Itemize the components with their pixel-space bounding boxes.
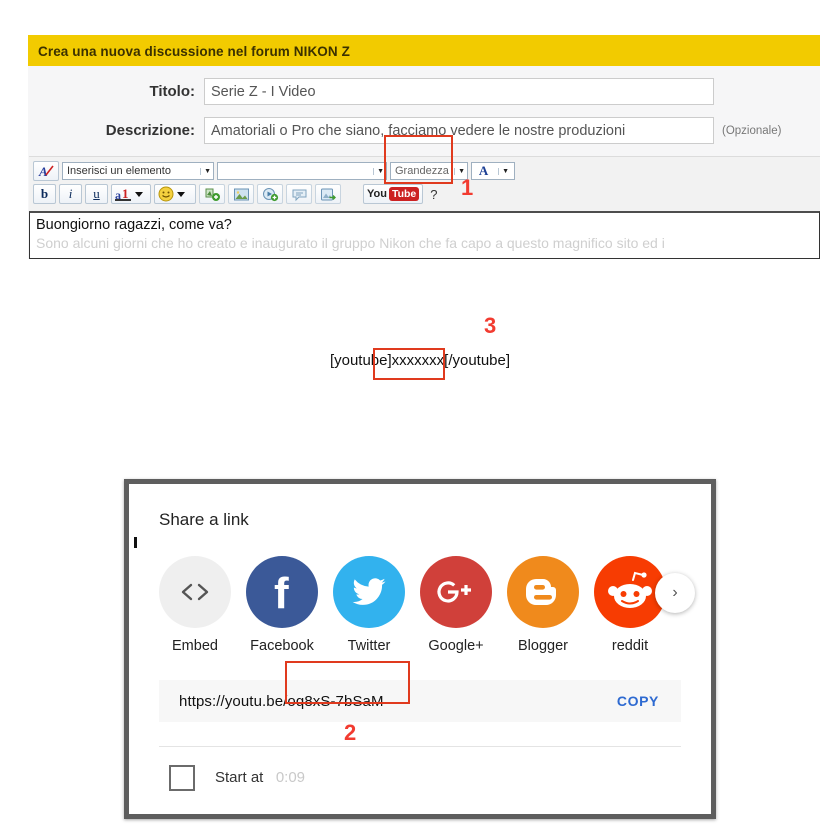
youtube-you-label: You <box>367 188 387 200</box>
share-target-label: Google+ <box>428 638 484 654</box>
share-target-embed[interactable]: Embed <box>159 556 231 654</box>
share-targets-next-icon[interactable]: › <box>655 573 695 613</box>
share-target-reddit[interactable]: reddit <box>594 556 666 654</box>
insert-image-icon <box>233 188 249 200</box>
share-target-label: Blogger <box>518 638 568 654</box>
bold-label: b <box>40 186 49 201</box>
insert-quote-button[interactable] <box>286 184 312 204</box>
highlight-box-video-id-placeholder <box>373 348 445 380</box>
share-target-label: Twitter <box>347 638 391 654</box>
share-target-label: Embed <box>172 638 218 654</box>
highlight-box-youtube-button <box>384 135 453 184</box>
google-plus-icon <box>420 556 492 628</box>
description-input[interactable]: Amatoriali o Pro che siano, facciamo ved… <box>204 117 714 144</box>
share-target-twitter[interactable]: Twitter <box>333 556 405 654</box>
forum-new-thread-page: Crea una nuova discussione nel forum NIK… <box>28 35 820 259</box>
chevron-down-icon <box>135 191 143 197</box>
description-optional-note: (Opzionale) <box>722 124 782 137</box>
underline-button[interactable]: u <box>85 184 108 204</box>
insert-quote-icon <box>292 189 306 201</box>
start-at-time[interactable]: 0:09 <box>276 769 305 786</box>
start-at-row: Start at 0:09 <box>159 765 681 791</box>
insert-media-icon <box>262 187 278 201</box>
share-target-label: Facebook <box>250 638 314 654</box>
message-line-2: Sono alcuni giorni che ho creato e inaug… <box>36 235 665 251</box>
insert-media-button[interactable] <box>257 184 283 204</box>
insert-element-select[interactable]: Inserisci un elemento ▼ <box>62 162 214 180</box>
share-url-row[interactable]: https://youtu.be/oq8xS-7bSaM COPY <box>159 680 681 722</box>
youtube-share-dialog: Share a link Embed f Facebook Twitter Go… <box>124 479 716 819</box>
title-input[interactable]: Serie Z - I Video <box>204 78 714 105</box>
smiley-button[interactable] <box>154 184 196 204</box>
insert-image-button[interactable] <box>228 184 254 204</box>
italic-label: i <box>68 186 73 201</box>
bold-button[interactable]: b <box>33 184 56 204</box>
facebook-icon: f <box>246 556 318 628</box>
marker-3: 3 <box>484 313 497 338</box>
insert-link-button[interactable] <box>199 184 225 204</box>
message-line-1: Buongiorno ragazzi, come va? <box>36 217 232 233</box>
chevron-down-icon: ▼ <box>454 167 465 175</box>
title-field-row: Titolo: Serie Z - I Video <box>29 78 820 105</box>
text-color-select[interactable]: A ▼ <box>471 162 515 180</box>
text-color-value: A <box>478 163 489 178</box>
chevron-down-icon: ▼ <box>373 167 384 175</box>
chevron-down-icon <box>177 191 185 197</box>
start-at-checkbox[interactable] <box>169 765 195 791</box>
share-dialog-body: Share a link Embed f Facebook Twitter Go… <box>129 484 711 791</box>
svg-text:A: A <box>38 164 48 178</box>
insert-attachment-button[interactable] <box>315 184 341 204</box>
insert-element-value: Inserisci un elemento <box>67 165 171 177</box>
italic-button[interactable]: i <box>59 184 82 204</box>
share-target-google-plus[interactable]: Google+ <box>420 556 492 654</box>
underline-label: u <box>93 186 100 201</box>
highlight-box-video-id <box>285 661 410 704</box>
marker-2: 2 <box>344 720 357 745</box>
font-style-icon[interactable]: A <box>33 161 59 181</box>
svg-text:1: 1 <box>122 187 129 201</box>
share-target-facebook[interactable]: f Facebook <box>246 556 318 654</box>
chevron-down-icon: ▼ <box>498 167 509 175</box>
twitter-icon <box>333 556 405 628</box>
share-targets-list: Embed f Facebook Twitter Google+ Blogger… <box>159 556 695 654</box>
copy-button[interactable]: COPY <box>617 693 659 709</box>
share-target-blogger[interactable]: Blogger <box>507 556 579 654</box>
description-field-label: Descrizione: <box>105 122 195 139</box>
insert-attachment-icon <box>320 188 336 200</box>
title-field-label: Titolo: <box>149 83 195 100</box>
editor-toolbar: A Inserisci un elemento ▼ ▼ Grandezza ▼ <box>29 135 820 211</box>
share-target-label: reddit <box>611 638 649 654</box>
smiley-icon <box>158 186 174 202</box>
message-textarea[interactable]: Buongiorno ragazzi, come va? Sono alcuni… <box>29 211 820 259</box>
background-artifact <box>134 537 137 548</box>
second-select[interactable]: ▼ <box>217 162 387 180</box>
dialog-divider <box>159 746 681 747</box>
blogger-icon <box>507 556 579 628</box>
share-dialog-title: Share a link <box>159 510 249 529</box>
marker-1: 1 <box>461 175 474 200</box>
youtube-tube-label: Tube <box>388 187 420 201</box>
youtube-help-icon[interactable]: ? <box>430 187 437 202</box>
svg-text:f: f <box>274 570 289 614</box>
embed-code-icon <box>159 556 231 628</box>
toolbar-row-bottom: b i u a 1 You Tube ? <box>33 184 820 204</box>
chevron-down-icon: ▼ <box>200 167 211 175</box>
youtube-button[interactable]: You Tube <box>363 184 424 204</box>
thread-form: Titolo: Serie Z - I Video Descrizione: A… <box>28 66 820 259</box>
page-title: Crea una nuova discussione nel forum NIK… <box>28 35 820 66</box>
insert-link-icon <box>205 188 220 201</box>
text-color-button[interactable]: a 1 <box>111 184 151 204</box>
start-at-label: Start at <box>215 769 264 786</box>
font-color-icon: a 1 <box>115 187 131 201</box>
